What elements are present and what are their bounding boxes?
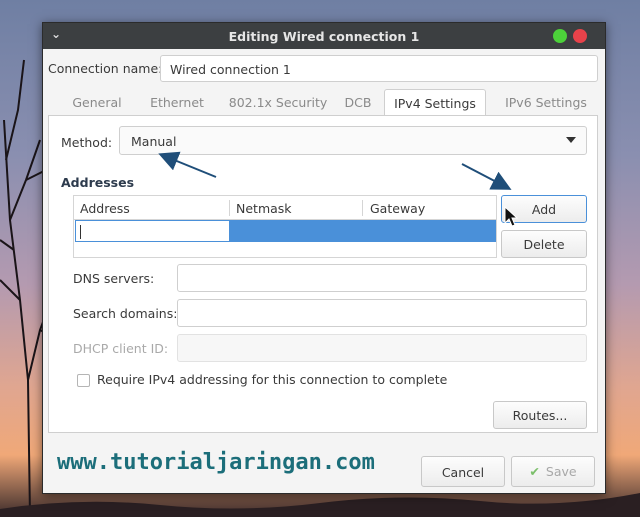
connection-name-row: Connection name: Wired connection 1 [48, 55, 598, 82]
tab-ipv4-settings[interactable]: IPv4 Settings [384, 89, 486, 116]
cancel-button[interactable]: Cancel [421, 456, 505, 487]
dns-servers-label: DNS servers: [73, 271, 155, 286]
tab-dcb[interactable]: DCB [340, 89, 376, 116]
dropdown-arrow-icon [566, 137, 576, 143]
save-button: ✔ Save [511, 456, 595, 487]
addresses-table-header: Address Netmask Gateway [74, 196, 496, 220]
require-ipv4-label[interactable]: Require IPv4 addressing for this connect… [97, 372, 447, 387]
search-domains-input[interactable] [177, 299, 587, 327]
watermark-text: www.tutorialjaringan.com [57, 450, 375, 475]
title-bar: ⌄ Editing Wired connection 1 [43, 23, 605, 49]
mouse-pointer-icon [504, 206, 518, 227]
ipv4-settings-panel: Method: Manual Addresses Address Netmask… [48, 115, 598, 433]
text-cursor [80, 225, 81, 239]
require-ipv4-checkbox[interactable] [77, 374, 90, 387]
close-button[interactable] [573, 29, 587, 43]
method-label: Method: [61, 135, 113, 150]
tab-bar: General Ethernet 802.1x Security DCB IPv… [48, 89, 598, 116]
checkmark-icon: ✔ [529, 464, 540, 479]
address-cell-editor[interactable] [75, 220, 230, 242]
column-netmask[interactable]: Netmask [236, 201, 292, 216]
search-domains-label: Search domains: [73, 306, 178, 321]
dhcp-client-id-label: DHCP client ID: [73, 341, 169, 356]
column-address[interactable]: Address [80, 201, 130, 216]
maximize-button[interactable] [553, 29, 567, 43]
dhcp-client-id-input [177, 334, 587, 362]
connection-name-label: Connection name: [48, 61, 163, 76]
dns-servers-input[interactable] [177, 264, 587, 292]
tab-ipv6-settings[interactable]: IPv6 Settings [496, 89, 596, 116]
tab-8021x-security[interactable]: 802.1x Security [222, 89, 334, 116]
column-gateway[interactable]: Gateway [370, 201, 425, 216]
addresses-heading: Addresses [61, 175, 135, 190]
routes-button[interactable]: Routes... [493, 401, 587, 429]
column-divider [362, 200, 363, 216]
addresses-table: Address Netmask Gateway [73, 195, 497, 258]
save-label: Save [545, 464, 577, 479]
tab-ethernet[interactable]: Ethernet [140, 89, 214, 116]
delete-button[interactable]: Delete [501, 230, 587, 258]
window-title: Editing Wired connection 1 [228, 29, 420, 44]
table-row[interactable] [75, 220, 496, 242]
method-dropdown[interactable]: Manual [119, 126, 587, 155]
column-divider [229, 200, 230, 216]
tab-general[interactable]: General [62, 89, 132, 116]
method-value: Manual [131, 134, 177, 149]
connection-editor-window: ⌄ Editing Wired connection 1 Connection … [42, 22, 606, 494]
connection-name-input[interactable]: Wired connection 1 [160, 55, 598, 82]
